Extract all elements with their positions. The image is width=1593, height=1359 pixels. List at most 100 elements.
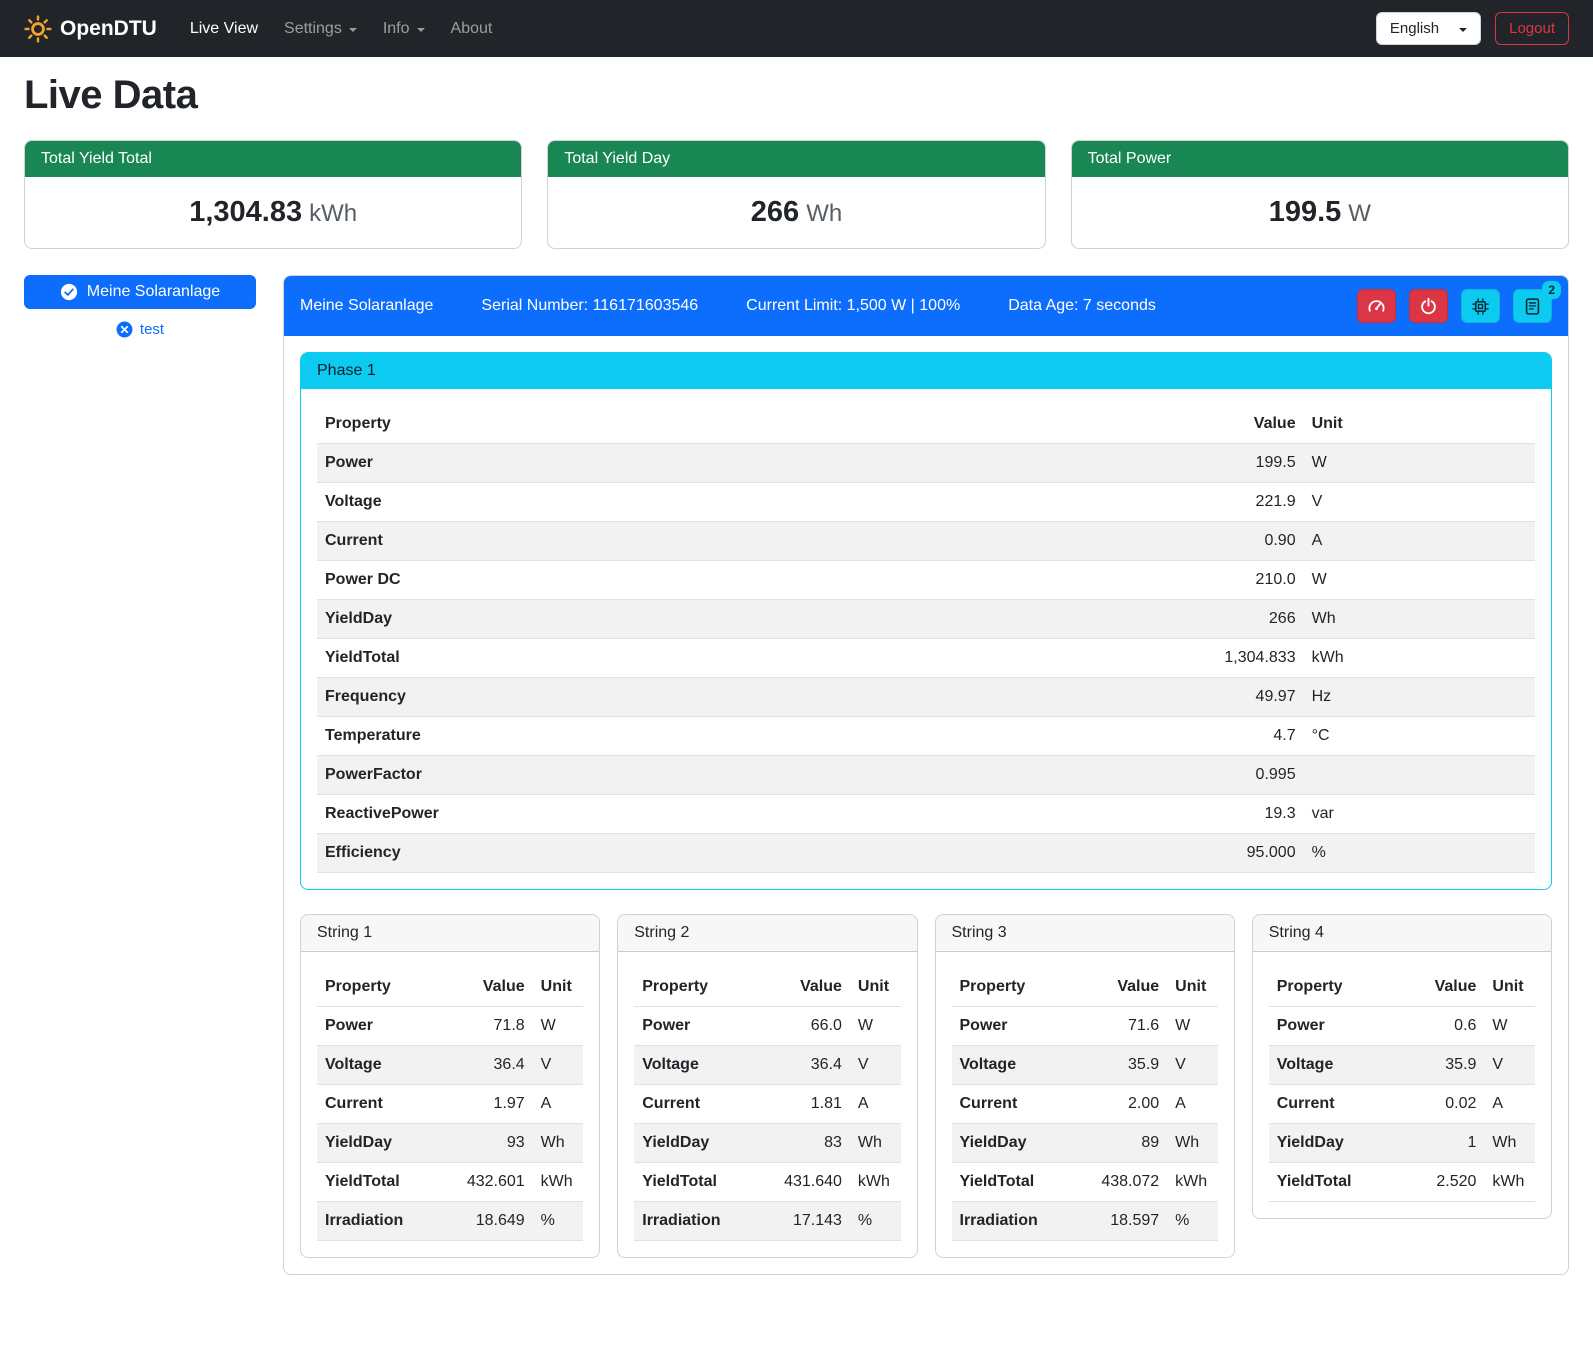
property-cell: YieldDay [1269,1124,1401,1163]
value-cell: 0.90 [907,522,1303,561]
property-cell: Voltage [1269,1046,1401,1085]
value-cell: 71.6 [1072,1007,1167,1046]
value-cell: 18.649 [438,1202,533,1241]
table-row: PowerFactor0.995 [317,756,1535,795]
column-property: Property [634,968,755,1007]
power-icon [1419,297,1438,316]
speedometer-icon [1367,297,1386,316]
string-table: Property Value Unit Power71.6WVoltage35.… [952,968,1218,1241]
chevron-down-icon [1459,28,1467,32]
table-row: YieldTotal432.601kWh [317,1163,583,1202]
inverter-test-label: test [140,321,164,338]
table-row: Current1.97A [317,1085,583,1124]
property-cell: YieldTotal [1269,1163,1401,1202]
phase-title: Phase 1 [301,353,1551,389]
summary-unit: Wh [806,200,842,227]
string-body: Property Value Unit Power71.8WVoltage36.… [301,952,599,1257]
unit-cell: W [1304,444,1535,483]
unit-cell: kWh [1304,639,1535,678]
property-cell: Voltage [317,483,907,522]
table-row: Current1.81A [634,1085,900,1124]
property-cell: Power DC [317,561,907,600]
table-row: YieldTotal431.640kWh [634,1163,900,1202]
limit-settings-button[interactable] [1357,289,1396,323]
value-cell: 4.7 [907,717,1303,756]
value-cell: 1,304.833 [907,639,1303,678]
unit-cell: A [1304,522,1535,561]
unit-cell: Wh [1167,1124,1218,1163]
unit-cell: A [850,1085,901,1124]
value-cell: 89 [1072,1124,1167,1163]
table-row: Temperature4.7°C [317,717,1535,756]
value-cell: 2.520 [1400,1163,1484,1202]
summary-card-body: 199.5W [1072,177,1568,248]
inverter-selector: Meine Solaranlage test [24,275,256,338]
cpu-icon [1471,297,1490,316]
event-log-button[interactable]: 2 [1513,289,1552,323]
brand-label: OpenDTU [60,17,157,41]
nav-item-about[interactable]: About [440,12,504,46]
nav-item-live-view[interactable]: Live View [179,12,269,46]
column-unit: Unit [1304,405,1535,444]
nav-item-settings[interactable]: Settings [273,12,368,46]
unit-cell: V [533,1046,584,1085]
summary-card-total-yield-total: Total Yield Total 1,304.83kWh [24,140,522,249]
unit-cell [1304,756,1535,795]
language-label: English [1390,20,1439,37]
property-cell: Voltage [952,1046,1073,1085]
page-container: Live Data Total Yield Total 1,304.83kWh … [0,73,1593,1303]
string-card-2: String 2 Property Value Unit [617,914,917,1258]
language-select[interactable]: English [1376,12,1481,45]
value-cell: 1 [1400,1124,1484,1163]
table-row: Irradiation17.143% [634,1202,900,1241]
property-cell: ReactivePower [317,795,907,834]
nav-item-info[interactable]: Info [372,12,436,46]
page-title: Live Data [24,73,1569,118]
summary-value: 266 [751,196,799,228]
property-cell: YieldTotal [952,1163,1073,1202]
value-cell: 0.6 [1400,1007,1484,1046]
value-cell: 210.0 [907,561,1303,600]
summary-cards-row: Total Yield Total 1,304.83kWh Total Yiel… [24,140,1569,249]
column-unit: Unit [533,968,584,1007]
device-info-button[interactable] [1461,289,1500,323]
table-header-row: Property Value Unit [634,968,900,1007]
column-property: Property [317,968,438,1007]
value-cell: 18.597 [1072,1202,1167,1241]
property-cell: YieldDay [317,600,907,639]
inverter-test-link[interactable]: test [24,321,256,338]
property-cell: Current [317,1085,438,1124]
logout-button[interactable]: Logout [1495,12,1569,45]
power-button[interactable] [1409,289,1448,323]
event-count-badge: 2 [1542,281,1561,299]
brand[interactable]: OpenDTU [24,15,157,43]
unit-cell: % [1304,834,1535,873]
value-cell: 36.4 [438,1046,533,1085]
string-body: Property Value Unit Power71.6WVoltage35.… [936,952,1234,1257]
table-row: Power DC210.0W [317,561,1535,600]
inverter-current-limit: Current Limit: 1,500 W | 100% [746,297,960,315]
unit-cell: V [1484,1046,1535,1085]
column-unit: Unit [850,968,901,1007]
inverter-card: Meine Solaranlage Serial Number: 1161716… [283,275,1569,1275]
value-cell: 0.02 [1400,1085,1484,1124]
table-row: YieldDay1Wh [1269,1124,1535,1163]
inverter-select-button[interactable]: Meine Solaranlage [24,275,256,309]
check-circle-icon [60,283,78,301]
string-table: Property Value Unit Power66.0WVoltage36.… [634,968,900,1241]
navbar: OpenDTU Live View Settings Info About En… [0,0,1593,57]
string-table: Property Value Unit Power71.8WVoltage36.… [317,968,583,1241]
table-header-row: Property Value Unit [952,968,1218,1007]
table-header-row: Property Value Unit [317,405,1535,444]
unit-cell: kWh [1167,1163,1218,1202]
summary-card-title: Total Power [1072,141,1568,177]
property-cell: Power [317,444,907,483]
inverter-serial: Serial Number: 116171603546 [481,297,698,315]
table-row: YieldTotal2.520kWh [1269,1163,1535,1202]
property-cell: Current [1269,1085,1401,1124]
column-unit: Unit [1167,968,1218,1007]
value-cell: 95.000 [907,834,1303,873]
x-circle-icon [116,321,133,338]
property-cell: YieldDay [317,1124,438,1163]
value-cell: 199.5 [907,444,1303,483]
